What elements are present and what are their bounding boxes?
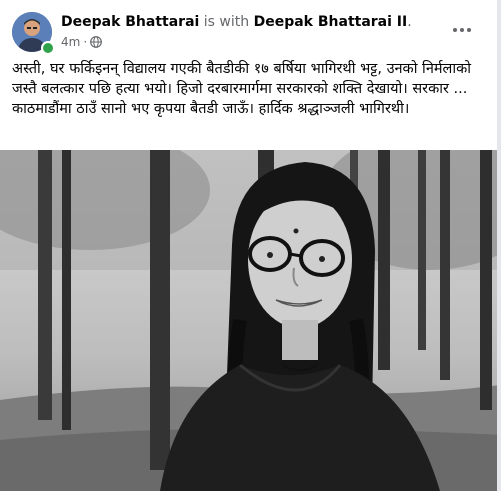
more-options-button[interactable] (444, 18, 480, 42)
online-status-indicator (41, 41, 55, 55)
feed-post: Deepak Bhattarai is with Deepak Bhattara… (0, 0, 501, 491)
tagged-suffix: . (407, 14, 412, 30)
globe-icon[interactable] (90, 36, 103, 48)
author-name[interactable]: Deepak Bhattarai (61, 14, 199, 30)
post-header: Deepak Bhattarai is with Deepak Bhattara… (0, 0, 501, 55)
post-meta: 4m · (61, 34, 103, 50)
with-text: is with (199, 14, 254, 30)
author-line: Deepak Bhattarai is with Deepak Bhattara… (61, 13, 412, 31)
post-body-text: अस्ती, घर फर्किइनन् विद्यालय गएकी बैतडीक… (12, 61, 472, 117)
tagged-name[interactable]: Deepak Bhattarai II (254, 14, 408, 30)
portrait-photo (0, 150, 501, 491)
more-horizontal-icon (453, 28, 457, 32)
scrollbar-track[interactable] (497, 0, 501, 491)
post-photo[interactable] (0, 150, 501, 491)
meta-separator: · (83, 35, 88, 49)
post-timestamp[interactable]: 4m (61, 34, 80, 50)
